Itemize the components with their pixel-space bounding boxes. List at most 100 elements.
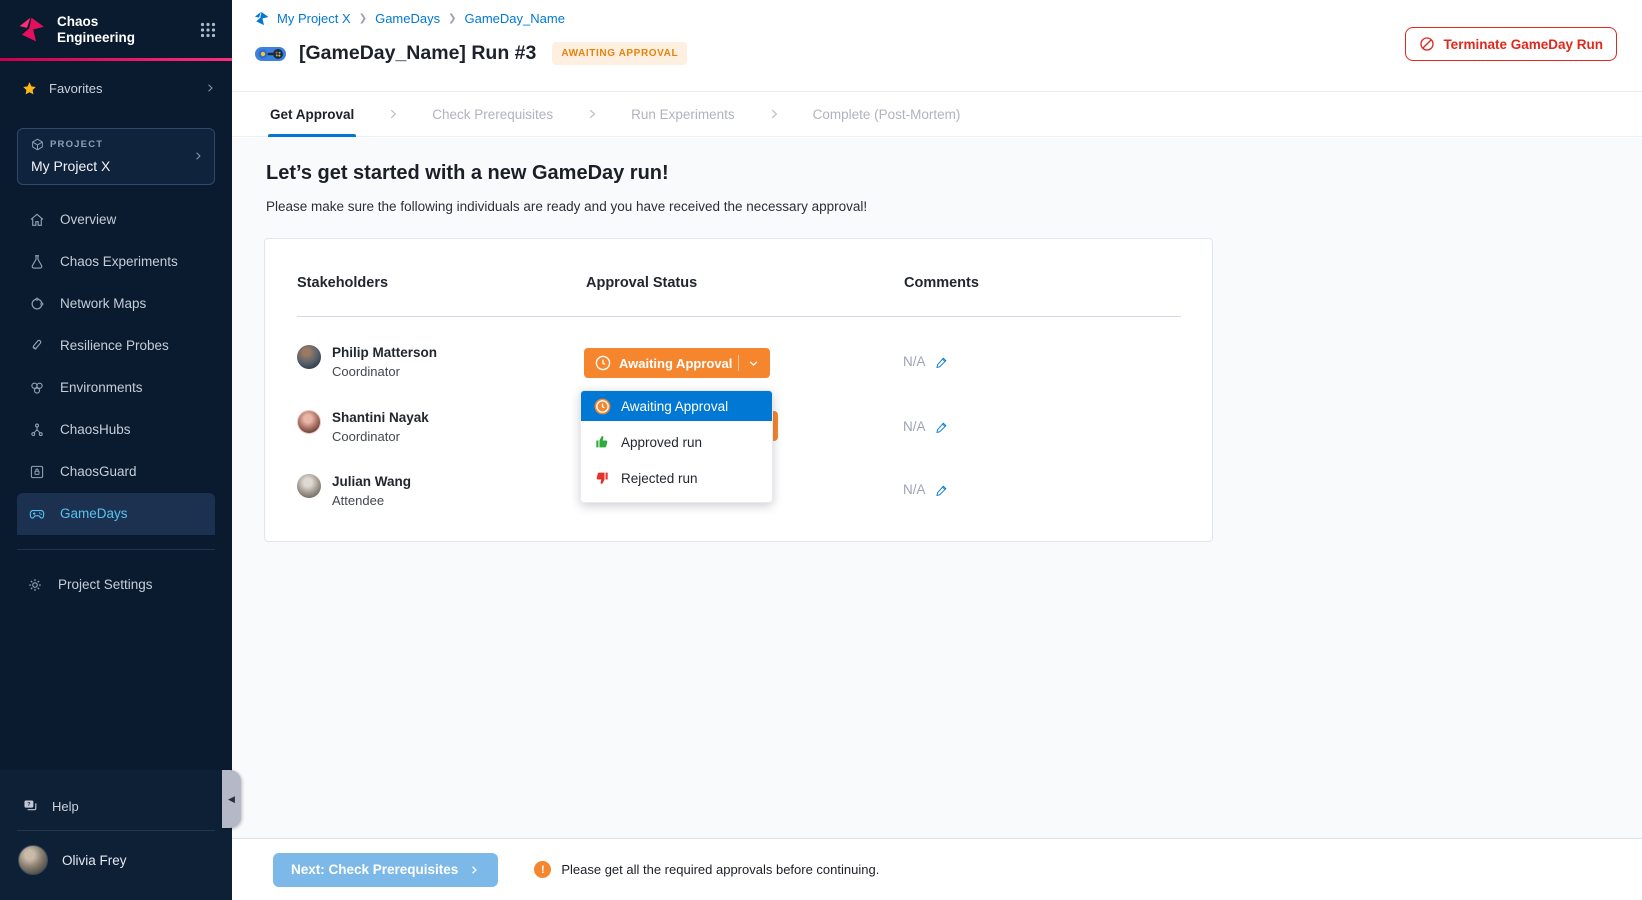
menu-item-label: Rejected run (621, 471, 698, 486)
user-profile[interactable]: Olivia Frey (0, 831, 232, 875)
breadcrumb-gameday-name-link[interactable]: GameDay_Name (465, 11, 565, 26)
sidebar-bottom: ? Help Olivia Frey (0, 770, 232, 900)
tab-label: Check Prerequisites (432, 107, 553, 122)
table-row: Philip Matterson Coordinator (297, 345, 437, 379)
menu-item-awaiting-approval[interactable]: Awaiting Approval (581, 391, 772, 421)
column-header-stakeholders: Stakeholders (297, 275, 388, 291)
clock-circle-icon (595, 355, 611, 371)
comment-value: N/A (903, 482, 926, 497)
content-subheading: Please make sure the following individua… (266, 199, 867, 214)
thumbs-up-icon (593, 434, 611, 450)
sidebar-item-label: Overview (60, 212, 116, 227)
avatar (18, 845, 48, 875)
avatar (297, 345, 321, 369)
sidebar-collapse-handle[interactable]: ◀ (222, 770, 241, 828)
favorites-label: Favorites (49, 81, 102, 96)
next-check-prerequisites-button[interactable]: Next: Check Prerequisites (273, 853, 498, 887)
chevron-down-icon (747, 358, 760, 369)
sidebar-item-gamedays[interactable]: GameDays (17, 493, 215, 535)
collapse-arrow-icon: ◀ (228, 794, 235, 805)
breadcrumb-separator-icon: ❯ (359, 13, 367, 24)
probe-icon (28, 337, 46, 355)
content-area: Let’s get started with a new GameDay run… (232, 138, 1642, 838)
breadcrumb-project-link[interactable]: My Project X (277, 11, 351, 26)
menu-item-label: Awaiting Approval (621, 399, 728, 414)
stakeholder-role: Coordinator (332, 364, 437, 379)
column-header-approval-status: Approval Status (586, 275, 697, 291)
tab-get-approval[interactable]: Get Approval (268, 92, 356, 137)
sidebar-item-environments[interactable]: Environments (0, 367, 232, 409)
avatar (297, 474, 321, 498)
sidebar-item-network-maps[interactable]: Network Maps (0, 283, 232, 325)
sidebar-item-label: ChaosHubs (60, 422, 131, 437)
prohibit-icon (1419, 36, 1435, 52)
approval-warning: ! Please get all the required approvals … (534, 861, 879, 878)
chaos-logo-icon (18, 16, 45, 43)
sidebar-item-chaoshubs[interactable]: ChaosHubs (0, 409, 232, 451)
chevron-right-icon (585, 107, 599, 121)
terminate-gameday-button[interactable]: Terminate GameDay Run (1405, 27, 1617, 61)
thumbs-down-icon (593, 470, 611, 486)
breadcrumb: My Project X ❯ GameDays ❯ GameDay_Name (254, 11, 565, 26)
chevron-right-icon (767, 107, 781, 121)
title-row: [GameDay_Name] Run #3 AWAITING APPROVAL (254, 42, 687, 65)
hub-icon (28, 421, 46, 439)
sidebar-item-resilience-probes[interactable]: Resilience Probes (0, 325, 232, 367)
content-heading: Let’s get started with a new GameDay run… (266, 162, 669, 185)
sidebar-item-label: Resilience Probes (60, 338, 169, 353)
sidebar-item-project-settings[interactable]: Project Settings (0, 564, 232, 606)
edit-comment-icon[interactable] (935, 483, 949, 497)
chevron-right-icon (204, 82, 216, 94)
status-dropdown-menu: Awaiting Approval Approved run Rejected … (580, 390, 773, 503)
tab-run-experiments[interactable]: Run Experiments (629, 92, 737, 137)
sidebar-item-chaos-experiments[interactable]: Chaos Experiments (0, 241, 232, 283)
status-label: Awaiting Approval (619, 356, 732, 371)
header-divider (297, 316, 1181, 317)
page-header: My Project X ❯ GameDays ❯ GameDay_Name (232, 0, 1642, 92)
clock-circle-icon (593, 398, 611, 415)
footer-bar: Next: Check Prerequisites ! Please get a… (232, 838, 1642, 900)
stakeholder-role: Coordinator (332, 429, 429, 444)
edit-comment-icon[interactable] (935, 420, 949, 434)
app-grid-icon[interactable] (200, 22, 216, 38)
help-chat-icon: ? (22, 798, 39, 815)
network-map-icon (28, 295, 46, 313)
chaos-logo-blue-icon (254, 11, 269, 26)
menu-item-approved-run[interactable]: Approved run (581, 427, 772, 457)
environments-icon (28, 379, 46, 397)
table-row: Shantini Nayak Coordinator (297, 410, 429, 444)
avatar (297, 410, 321, 434)
breadcrumb-gamedays-link[interactable]: GameDays (375, 11, 440, 26)
sidebar-item-chaosguard[interactable]: ChaosGuard (0, 451, 232, 493)
tab-label: Run Experiments (631, 107, 735, 122)
sidebar-item-overview[interactable]: Overview (0, 199, 232, 241)
sidebar: Chaos Engineering Favorites (0, 0, 232, 900)
menu-item-label: Approved run (621, 435, 702, 450)
gamepad-color-icon (254, 43, 287, 65)
comment-value: N/A (903, 419, 926, 434)
project-selector[interactable]: PROJECT My Project X (17, 128, 215, 185)
step-tabs: Get Approval Check Prerequisites Run Exp… (232, 92, 1642, 137)
tab-check-prerequisites[interactable]: Check Prerequisites (430, 92, 555, 137)
button-divider (738, 355, 739, 371)
chevron-right-icon (386, 107, 400, 121)
help-label: Help (52, 799, 79, 814)
page-title: [GameDay_Name] Run #3 (299, 42, 536, 65)
user-name: Olivia Frey (62, 853, 127, 868)
comment-cell: N/A (903, 482, 949, 497)
stakeholder-name: Shantini Nayak (332, 410, 429, 425)
column-header-comments: Comments (904, 275, 979, 291)
stakeholders-card: Stakeholders Approval Status Comments Ph… (264, 238, 1213, 542)
stakeholder-role: Attendee (332, 493, 411, 508)
edit-comment-icon[interactable] (935, 355, 949, 369)
brand-title: Chaos Engineering (57, 14, 149, 46)
sidebar-item-label: Chaos Experiments (60, 254, 178, 269)
terminate-label: Terminate GameDay Run (1443, 37, 1603, 52)
table-row: Julian Wang Attendee (297, 474, 411, 508)
sidebar-nav: Overview Chaos Experiments Network Maps … (0, 199, 232, 535)
status-dropdown-button[interactable]: Awaiting Approval (584, 348, 770, 378)
tab-complete-post-mortem[interactable]: Complete (Post-Mortem) (811, 92, 963, 137)
help-button[interactable]: ? Help (0, 782, 232, 830)
menu-item-rejected-run[interactable]: Rejected run (581, 463, 772, 493)
favorites-row[interactable]: Favorites (0, 61, 232, 114)
